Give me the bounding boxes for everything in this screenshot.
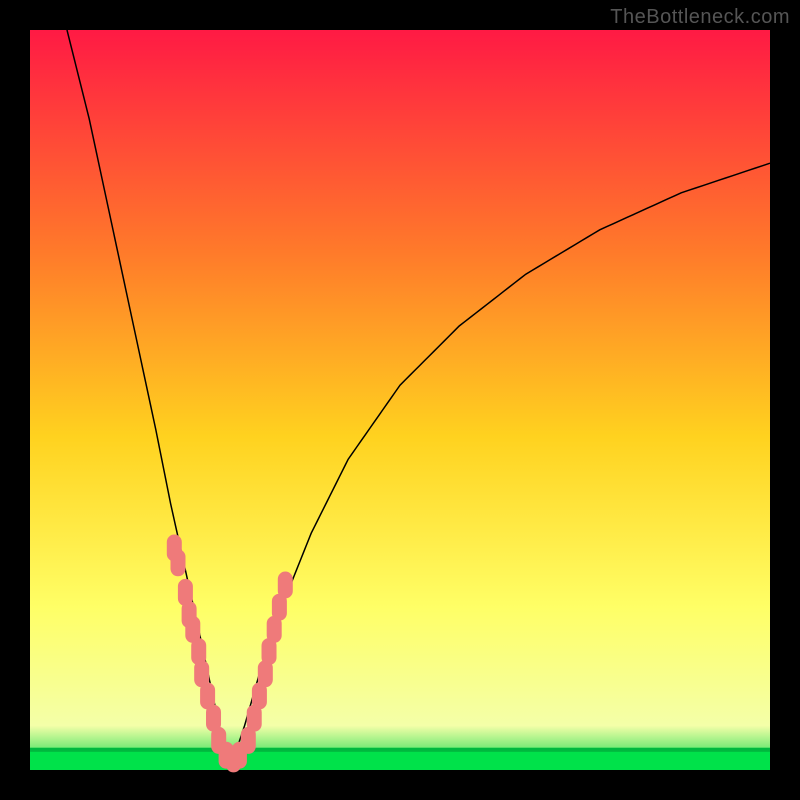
optimal-band-edge (30, 748, 770, 752)
marker-point (171, 550, 185, 576)
chart-canvas (30, 30, 770, 770)
watermark-text: TheBottleneck.com (610, 6, 790, 29)
chart-frame: TheBottleneck.com (0, 0, 800, 800)
marker-point (278, 572, 292, 598)
gradient-background (30, 30, 770, 770)
